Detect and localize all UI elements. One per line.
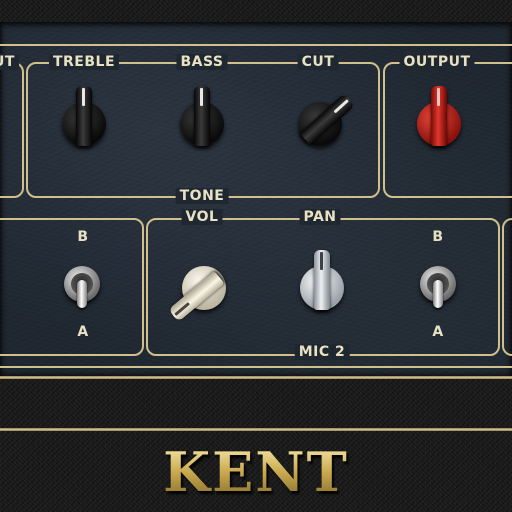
output-label: OUTPUT (399, 54, 475, 70)
bass-knob-pointer (194, 86, 210, 146)
pan-label: PAN (299, 209, 341, 225)
tone-group-label: TONE (175, 188, 229, 204)
right-partial-section (502, 218, 512, 356)
vol-label: VOL (181, 209, 223, 225)
output-knob[interactable] (411, 80, 467, 160)
mic1-toggle-lever (77, 280, 87, 308)
bass-knob[interactable] (174, 80, 230, 160)
panel-top-trim (0, 44, 512, 46)
mic2-ab-toggle[interactable] (416, 252, 460, 312)
mic2-vol-knob[interactable] (168, 244, 232, 324)
treble-knob[interactable] (56, 80, 112, 160)
mic2-pan-knob-pointer (314, 250, 330, 310)
lower-piping-trim (0, 428, 512, 431)
mic1-switch-b-label: B (77, 229, 89, 245)
treble-knob-pointer (76, 86, 92, 146)
output-knob-pointer (431, 86, 447, 146)
bass-label: BASS (176, 54, 228, 70)
mic2-switch-a-label: A (432, 324, 444, 340)
mic2-toggle-lever (433, 280, 443, 308)
cabinet-tolex-top (0, 0, 512, 23)
cut-knob[interactable] (292, 80, 356, 160)
cut-label: CUT (297, 54, 339, 70)
left-partial-section (0, 62, 24, 198)
mic2-switch-b-label: B (432, 229, 444, 245)
mic2-pan-knob[interactable] (294, 244, 350, 324)
brand-logo: KENT (163, 440, 349, 504)
upper-piping-trim (0, 376, 512, 379)
partial-left-label: UT (0, 54, 19, 70)
panel-bottom-trim (0, 366, 512, 368)
mic1-ab-toggle[interactable] (60, 252, 104, 312)
mic1-switch-a-label: A (77, 324, 89, 340)
control-panel: UT TREBLE BASS CUT OUTPUT TONE VOL PAN B… (0, 22, 512, 378)
treble-label: TREBLE (48, 54, 120, 70)
mic2-group-label: MIC 2 (294, 344, 350, 360)
